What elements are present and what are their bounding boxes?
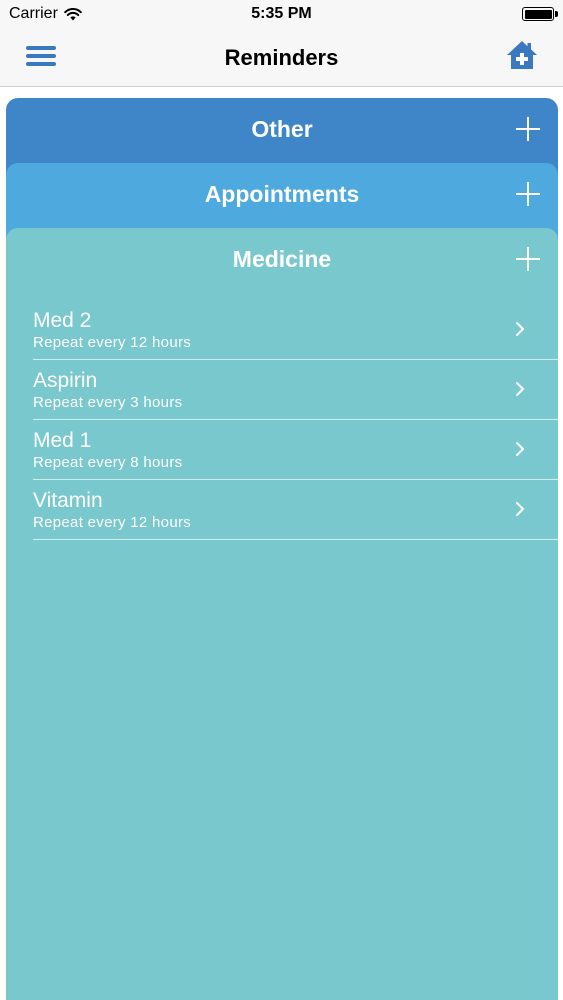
medicine-repeat-detail: Repeat every 12 hours (33, 514, 192, 531)
page-title: Reminders (224, 45, 339, 70)
list-item[interactable]: Med 2 Repeat every 12 hours (33, 300, 558, 360)
reminders-content: Other Appointments Medicine Med 2 Repeat… (0, 87, 563, 1000)
list-item[interactable]: Aspirin Repeat every 3 hours (33, 360, 558, 420)
section-title-other: Other (251, 116, 313, 142)
list-item[interactable]: Vitamin Repeat every 12 hours (33, 480, 558, 540)
medicine-name: Vitamin (33, 489, 103, 512)
battery-icon (522, 7, 558, 21)
medicine-name: Med 2 (33, 309, 92, 332)
status-bar: Carrier 5:35 PM (0, 0, 563, 30)
navigation-bar: Reminders (0, 30, 563, 87)
section-medicine: Medicine Med 2 Repeat every 12 hours Asp… (6, 228, 558, 1000)
add-appointment-button[interactable] (516, 182, 540, 206)
section-title-medicine: Medicine (232, 246, 332, 272)
add-medicine-button[interactable] (516, 247, 540, 271)
chevron-right-icon (516, 322, 524, 336)
medicine-name: Aspirin (33, 369, 98, 392)
section-title-appointments: Appointments (204, 181, 360, 207)
add-other-button[interactable] (516, 117, 540, 141)
chevron-right-icon (516, 502, 524, 516)
medicine-repeat-detail: Repeat every 8 hours (33, 454, 183, 471)
chevron-right-icon (516, 442, 524, 456)
medicine-repeat-detail: Repeat every 12 hours (33, 334, 192, 351)
home-plus-icon[interactable] (505, 38, 539, 72)
status-time: 5:35 PM (251, 5, 312, 22)
list-item[interactable]: Med 1 Repeat every 8 hours (33, 420, 558, 480)
medicine-name: Med 1 (33, 429, 92, 452)
medicine-repeat-detail: Repeat every 3 hours (33, 394, 183, 411)
medicine-list: Med 2 Repeat every 12 hours Aspirin Repe… (33, 300, 558, 540)
chevron-right-icon (516, 382, 524, 396)
